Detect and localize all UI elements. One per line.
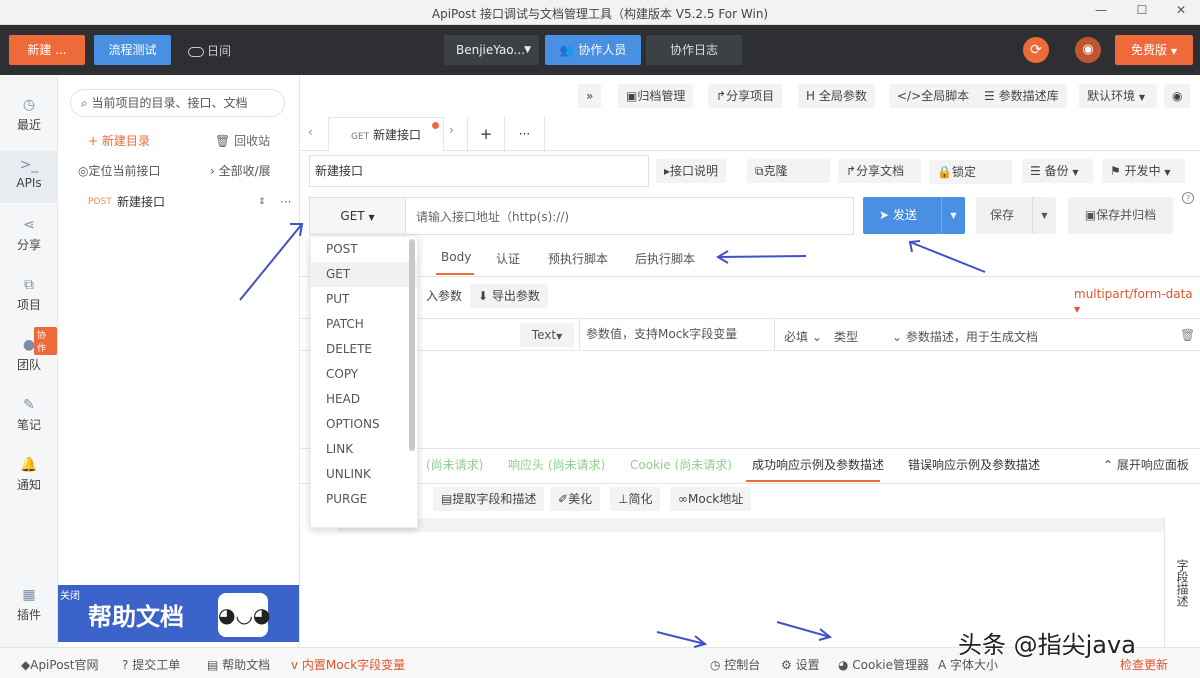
arrow-script <box>716 250 807 264</box>
annotation-arrows <box>239 223 986 648</box>
arrow-console <box>656 631 708 648</box>
arrow-settings <box>776 621 833 641</box>
arrow-method <box>239 223 304 301</box>
arrow-send <box>908 240 986 273</box>
